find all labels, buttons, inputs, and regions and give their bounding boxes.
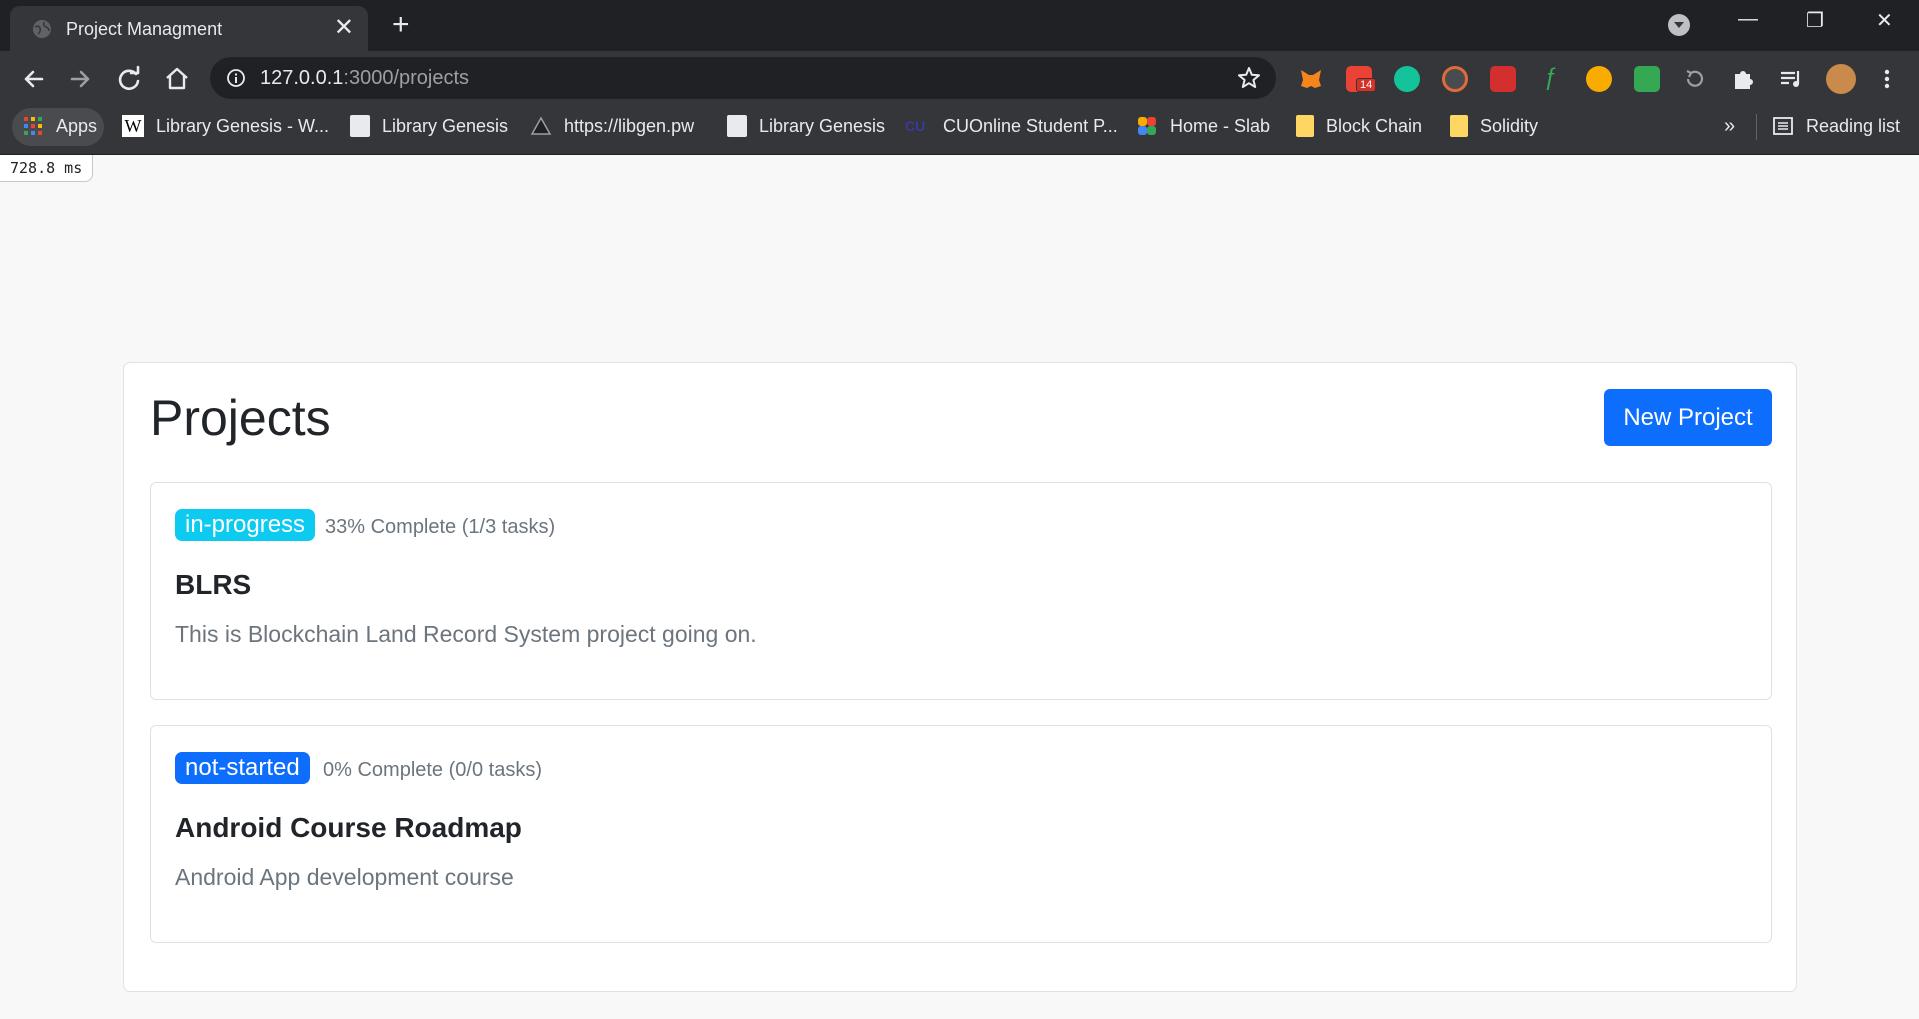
new-project-button[interactable]: New Project	[1604, 389, 1772, 446]
bookmark-libgen-1[interactable]: Library Genesis	[350, 106, 508, 146]
folder-icon	[1450, 115, 1468, 137]
folder-icon	[1296, 115, 1314, 137]
project-title[interactable]: BLRS	[175, 569, 251, 601]
url-text[interactable]: 127.0.0.1:3000/projects	[260, 67, 469, 90]
bookmark-libgen-wiki[interactable]: W Library Genesis - W...	[122, 106, 329, 146]
projects-card: Projects New Project in-progress 33% Com…	[123, 362, 1797, 992]
site-info-icon[interactable]	[226, 68, 246, 88]
tab-close-icon[interactable]: ✕	[334, 15, 354, 41]
bookmark-label: Library Genesis - W...	[156, 115, 330, 136]
reload-icon[interactable]	[114, 64, 144, 94]
url-path: :3000/projects	[343, 67, 470, 89]
vpn-extension-icon[interactable]	[1442, 66, 1468, 92]
libgen-icon	[727, 115, 747, 137]
bookmark-cuonline[interactable]: CU CUOnline Student P...	[905, 106, 1118, 146]
grammarly-icon[interactable]	[1394, 66, 1420, 92]
project-description: Android App development course	[175, 864, 514, 890]
media-queue-icon[interactable]	[1778, 66, 1804, 92]
project-card[interactable]: not-started 0% Complete (0/0 tasks) Andr…	[150, 725, 1772, 943]
status-badge: in-progress	[175, 509, 316, 541]
forward-arrow-icon[interactable]	[66, 64, 96, 94]
status-badge: not-started	[175, 752, 310, 784]
window-close-icon[interactable]: ✕	[1876, 8, 1893, 33]
apps-grid-icon	[24, 117, 42, 135]
bookmark-label: Solidity	[1480, 115, 1539, 136]
url-host: 127.0.0.1	[260, 67, 344, 89]
project-card[interactable]: in-progress 33% Complete (1/3 tasks) BLR…	[150, 482, 1772, 700]
new-tab-icon[interactable]: +	[392, 10, 410, 40]
checker-extension-icon[interactable]	[1634, 66, 1660, 92]
bookmark-libgen-pw[interactable]: https://libgen.pw	[530, 106, 694, 146]
gmail-badge: 14	[1356, 78, 1377, 92]
slab-icon	[1138, 117, 1156, 135]
bookmark-label: https://libgen.pw	[564, 115, 695, 136]
tab-title: Project Managment	[66, 19, 223, 39]
color-picker-icon[interactable]	[1586, 66, 1612, 92]
progress-text: 0% Complete (0/0 tasks)	[323, 759, 542, 781]
bookmark-label: CUOnline Student P...	[943, 115, 1118, 136]
bookmarks-bar: Apps W Library Genesis - W... Library Ge…	[0, 106, 1919, 155]
progress-text: 33% Complete (1/3 tasks)	[325, 516, 556, 538]
bookmark-label: Apps	[56, 115, 98, 136]
bookmark-libgen-2[interactable]: Library Genesis	[727, 106, 885, 146]
reading-list-icon	[1773, 117, 1793, 135]
browser-tab[interactable]: Project Managment ✕	[10, 6, 368, 51]
bookmark-label: Library Genesis	[382, 115, 509, 136]
back-arrow-icon[interactable]	[18, 64, 48, 94]
page-title: Projects	[150, 390, 331, 446]
minimize-icon[interactable]: —	[1738, 8, 1758, 31]
history-icon[interactable]	[1682, 66, 1708, 92]
browser-tab-strip: Project Managment ✕ + — ❐ ✕	[0, 0, 1919, 51]
perf-timer: 728.8 ms	[0, 155, 94, 182]
bookmark-label: Block Chain	[1326, 115, 1423, 136]
bookmark-label: Home - Slab	[1170, 115, 1271, 136]
address-bar[interactable]: 127.0.0.1:3000/projects	[210, 57, 1276, 99]
extensions-puzzle-icon[interactable]	[1730, 66, 1756, 92]
adblock-filter-icon[interactable]: ƒ	[1538, 66, 1564, 92]
libgen-pw-icon	[530, 116, 552, 135]
chrome-menu-icon[interactable]	[1874, 66, 1900, 92]
bookmark-label: Library Genesis	[759, 115, 886, 136]
bookmark-slab[interactable]: Home - Slab	[1136, 106, 1270, 146]
gmail-notifier-icon[interactable]: 14	[1346, 66, 1377, 92]
bookmark-divider	[1756, 114, 1757, 140]
restore-icon[interactable]: ❐	[1806, 8, 1824, 33]
globe-icon	[33, 20, 51, 38]
home-icon[interactable]	[162, 64, 192, 94]
tab-search-icon[interactable]	[1668, 14, 1690, 36]
bookmark-folder-blockchain[interactable]: Block Chain	[1296, 106, 1422, 146]
project-title[interactable]: Android Course Roadmap	[175, 812, 522, 844]
wikipedia-icon: W	[122, 115, 144, 137]
profile-avatar[interactable]	[1826, 64, 1856, 94]
bookmark-folder-solidity[interactable]: Solidity	[1450, 106, 1538, 146]
reading-list-button[interactable]: Reading list	[1772, 106, 1900, 146]
cuonline-icon: CU	[905, 118, 926, 134]
bookmark-apps[interactable]: Apps	[22, 106, 97, 146]
bookmarks-overflow-button[interactable]: »	[1724, 106, 1735, 146]
project-description: This is Blockchain Land Record System pr…	[175, 621, 757, 647]
metamask-icon[interactable]	[1298, 66, 1324, 92]
browser-toolbar: 127.0.0.1:3000/projects 14 ƒ	[0, 51, 1919, 106]
libgen-icon	[350, 115, 370, 137]
reading-list-label: Reading list	[1806, 115, 1901, 136]
bookmark-star-icon[interactable]	[1236, 65, 1262, 91]
lastpass-icon[interactable]	[1490, 66, 1516, 92]
